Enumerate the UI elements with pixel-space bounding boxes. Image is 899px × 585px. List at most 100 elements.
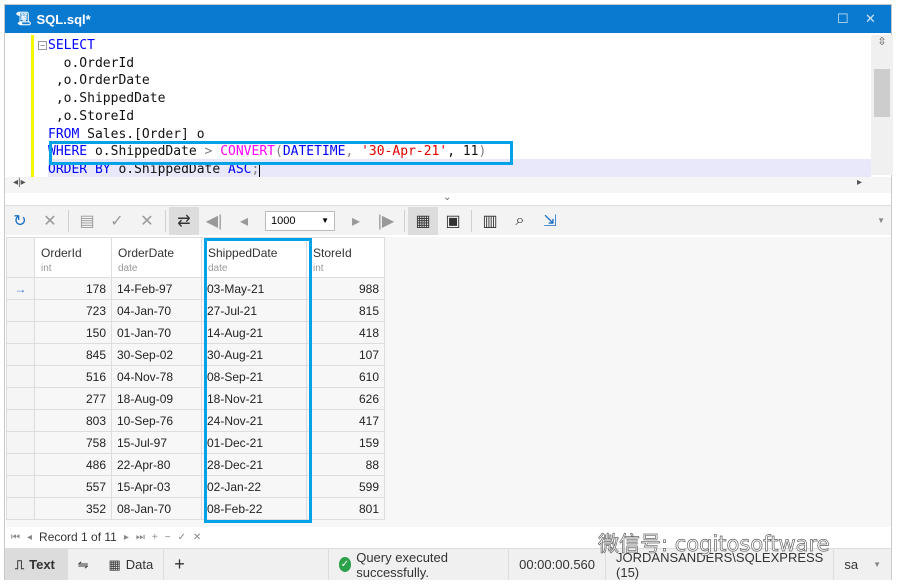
row-indicator[interactable] <box>6 343 35 366</box>
table-row[interactable]: 723 04-Jan-70 27-Jul-21 815 <box>6 299 385 322</box>
cell-shippeddate[interactable]: 02-Jan-22 <box>201 475 307 498</box>
next-page-icon[interactable]: ▸ <box>341 207 371 235</box>
cell-shippeddate[interactable]: 30-Aug-21 <box>201 343 307 366</box>
cell-shippeddate[interactable]: 18-Nov-21 <box>201 387 307 410</box>
cell-orderid[interactable]: 845 <box>34 343 112 366</box>
cell-storeid[interactable]: 988 <box>306 277 385 300</box>
grid-view-icon[interactable]: ▦ <box>408 206 438 235</box>
table-row[interactable]: 486 22-Apr-80 28-Dec-21 88 <box>6 453 385 476</box>
fold-toggle[interactable]: − <box>38 41 47 50</box>
cell-storeid[interactable]: 107 <box>306 343 385 366</box>
cell-shippeddate[interactable]: 14-Aug-21 <box>201 321 307 344</box>
results-grid[interactable]: OrderId int OrderDate date ShippedDate date St… <box>6 237 385 520</box>
table-row[interactable]: 352 08-Jan-70 08-Feb-22 801 <box>6 497 385 520</box>
data-tab[interactable]: ▦ Data <box>98 549 165 580</box>
refresh-icon[interactable]: ↻ <box>5 207 35 235</box>
cell-storeid[interactable]: 815 <box>306 299 385 322</box>
cell-orderdate[interactable]: 08-Jan-70 <box>111 497 202 520</box>
cell-orderdate[interactable]: 18-Aug-09 <box>111 387 202 410</box>
row-indicator[interactable] <box>6 431 35 454</box>
cell-orderid[interactable]: 352 <box>34 497 112 520</box>
cell-orderdate[interactable]: 15-Apr-03 <box>111 475 202 498</box>
table-row[interactable]: 516 04-Nov-78 08-Sep-21 610 <box>6 365 385 388</box>
cell-orderdate[interactable]: 15-Jul-97 <box>111 431 202 454</box>
close-button[interactable]: ✕ <box>865 11 876 27</box>
cell-orderdate[interactable]: 10-Sep-76 <box>111 409 202 432</box>
cell-storeid[interactable]: 417 <box>306 409 385 432</box>
column-header-shippeddate[interactable]: ShippedDate date <box>201 237 307 278</box>
cell-storeid[interactable]: 610 <box>306 365 385 388</box>
last-record-icon[interactable]: ⏭ <box>136 532 145 543</box>
prev-page-icon[interactable]: ◂ <box>229 207 259 235</box>
cell-shippeddate[interactable]: 28-Dec-21 <box>201 453 307 476</box>
user-select[interactable]: sa ▼ <box>834 549 891 580</box>
delete-record-icon[interactable]: − <box>165 532 171 543</box>
cell-storeid[interactable]: 418 <box>306 321 385 344</box>
cell-orderid[interactable]: 277 <box>34 387 112 410</box>
cell-orderid[interactable]: 723 <box>34 299 112 322</box>
text-tab[interactable]: ⎍ Text <box>5 549 68 580</box>
row-indicator[interactable] <box>6 475 35 498</box>
row-indicator[interactable] <box>6 409 35 432</box>
cell-shippeddate[interactable]: 08-Sep-21 <box>201 365 307 388</box>
cell-orderdate[interactable]: 22-Apr-80 <box>111 453 202 476</box>
table-row[interactable]: 557 15-Apr-03 02-Jan-22 599 <box>6 475 385 498</box>
cell-shippeddate[interactable]: 24-Nov-21 <box>201 409 307 432</box>
cell-storeid[interactable]: 801 <box>306 497 385 520</box>
find-icon[interactable]: ⌕ <box>505 207 535 235</box>
table-row[interactable]: 803 10-Sep-76 24-Nov-21 417 <box>6 409 385 432</box>
cell-orderid[interactable]: 758 <box>34 431 112 454</box>
table-row[interactable]: → 178 14-Feb-97 03-May-21 988 <box>6 277 385 300</box>
last-page-icon[interactable]: |▶ <box>371 207 401 235</box>
add-tab-button[interactable]: + <box>164 549 329 580</box>
discard-icon[interactable]: ✕ <box>132 207 162 235</box>
table-row[interactable]: 758 15-Jul-97 01-Dec-21 159 <box>6 431 385 454</box>
cell-orderdate[interactable]: 14-Feb-97 <box>111 277 202 300</box>
row-indicator[interactable] <box>6 497 35 520</box>
column-header-storeid[interactable]: StoreId int <box>306 237 385 278</box>
save-record-icon[interactable]: ✓ <box>178 532 186 543</box>
edit-icon[interactable]: ▤ <box>72 207 102 235</box>
cell-orderid[interactable]: 486 <box>34 453 112 476</box>
cell-orderdate[interactable]: 01-Jan-70 <box>111 321 202 344</box>
table-row[interactable]: 845 30-Sep-02 30-Aug-21 107 <box>6 343 385 366</box>
editor-horizontal-scrollbar[interactable]: ◂|▸ ▸ <box>5 177 891 193</box>
cell-orderdate[interactable]: 30-Sep-02 <box>111 343 202 366</box>
grid-fetch-icon[interactable]: ⇄ <box>169 206 199 235</box>
cell-storeid[interactable]: 599 <box>306 475 385 498</box>
cell-shippeddate[interactable]: 08-Feb-22 <box>201 497 307 520</box>
cell-orderid[interactable]: 557 <box>34 475 112 498</box>
cancel-record-icon[interactable]: ✕ <box>193 532 201 543</box>
row-indicator[interactable] <box>6 365 35 388</box>
cell-orderid[interactable]: 516 <box>34 365 112 388</box>
cell-storeid[interactable]: 88 <box>306 453 385 476</box>
chevron-down-icon[interactable]: ⌄ <box>443 192 451 203</box>
first-record-icon[interactable]: ⏮ <box>11 532 20 543</box>
table-row[interactable]: 277 18-Aug-09 18-Nov-21 626 <box>6 387 385 410</box>
cell-storeid[interactable]: 159 <box>306 431 385 454</box>
row-indicator[interactable] <box>6 299 35 322</box>
cell-shippeddate[interactable]: 03-May-21 <box>201 277 307 300</box>
maximize-button[interactable]: ☐ <box>837 11 849 27</box>
cell-shippeddate[interactable]: 01-Dec-21 <box>201 431 307 454</box>
row-indicator[interactable] <box>6 387 35 410</box>
cell-shippeddate[interactable]: 27-Jul-21 <box>201 299 307 322</box>
cancel-icon[interactable]: ✕ <box>35 207 65 235</box>
prev-record-icon[interactable]: ◂ <box>27 532 32 543</box>
columns-icon[interactable]: ▥ <box>475 207 505 235</box>
first-page-icon[interactable]: ◀| <box>199 207 229 235</box>
toolbar-overflow-icon[interactable]: ▼ <box>877 216 885 225</box>
switch-icon[interactable]: ⇋ <box>68 549 99 580</box>
scroll-thumb[interactable] <box>874 69 890 117</box>
row-indicator[interactable] <box>6 453 35 476</box>
card-view-icon[interactable]: ▣ <box>438 207 468 235</box>
column-header-orderid[interactable]: OrderId int <box>34 237 112 278</box>
editor-vertical-scrollbar[interactable]: ⇳ <box>871 35 893 175</box>
column-header-orderdate[interactable]: OrderDate date <box>111 237 202 278</box>
scroll-right-icon[interactable]: ▸ <box>857 177 862 188</box>
cell-orderid[interactable]: 150 <box>34 321 112 344</box>
cell-orderdate[interactable]: 04-Nov-78 <box>111 365 202 388</box>
apply-icon[interactable]: ✓ <box>102 207 132 235</box>
current-row-arrow-icon[interactable]: → <box>6 277 35 300</box>
add-record-icon[interactable]: + <box>152 532 158 543</box>
